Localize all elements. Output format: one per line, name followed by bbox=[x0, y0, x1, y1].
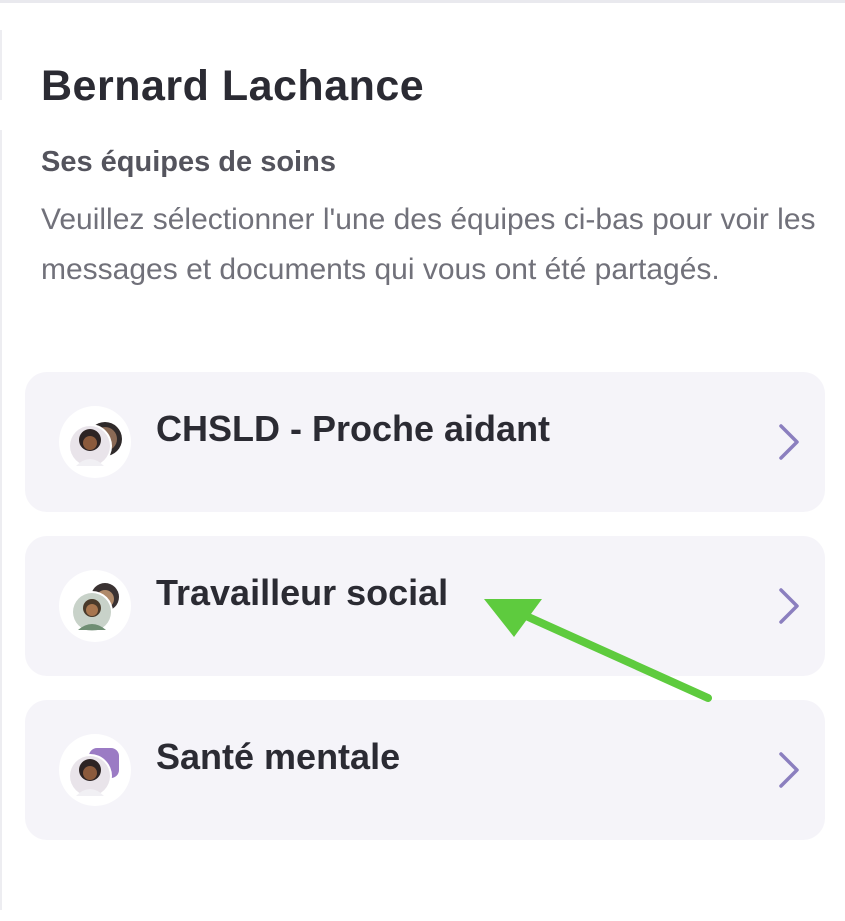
team-avatar-group-icon bbox=[59, 570, 131, 642]
team-card-sante-mentale[interactable]: Santé mentale bbox=[25, 700, 825, 840]
care-teams-heading: Ses équipes de soins bbox=[41, 146, 336, 178]
left-border-gap bbox=[0, 100, 2, 130]
team-label-chsld: CHSLD - Proche aidant bbox=[156, 408, 551, 449]
team-label-travailleur-social: Travailleur social bbox=[156, 572, 449, 613]
team-avatar-group-icon bbox=[59, 734, 131, 806]
top-divider bbox=[0, 0, 845, 3]
team-avatar-group-icon bbox=[59, 406, 131, 478]
care-teams-screen: Bernard Lachance Ses équipes de soins Ve… bbox=[0, 0, 845, 921]
patient-name: Bernard Lachance bbox=[41, 62, 425, 110]
chevron-right-icon bbox=[779, 424, 799, 460]
team-card-chsld[interactable]: CHSLD - Proche aidant bbox=[25, 372, 825, 512]
left-border bbox=[0, 30, 2, 910]
chevron-right-icon bbox=[779, 588, 799, 624]
team-label-sante-mentale: Santé mentale bbox=[156, 736, 401, 777]
care-teams-description: Veuillez sélectionner l'une des équipes … bbox=[41, 203, 816, 286]
team-card-travailleur-social[interactable]: Travailleur social bbox=[25, 536, 825, 676]
chevron-right-icon bbox=[779, 752, 799, 788]
